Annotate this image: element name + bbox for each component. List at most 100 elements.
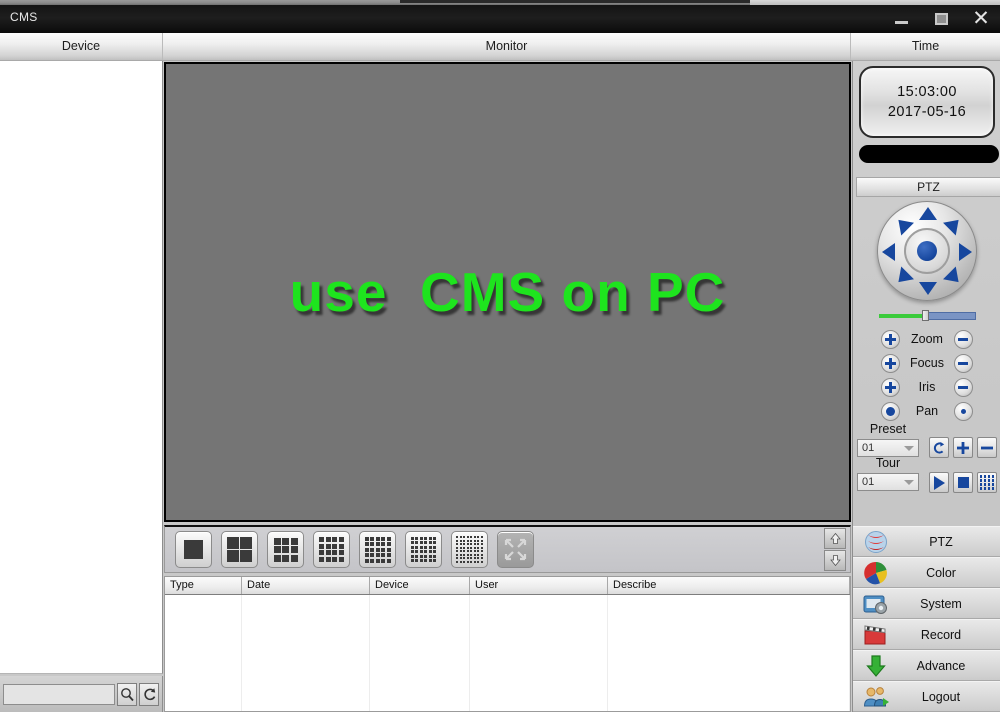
right-menu-item-color[interactable]: Color — [853, 557, 1000, 588]
device-tree-list[interactable] — [0, 61, 162, 673]
play-tour-button[interactable] — [929, 472, 949, 493]
up-arrow-icon — [829, 532, 841, 544]
ptz-center-button[interactable] — [916, 241, 937, 261]
ptz-left-button[interactable] — [881, 243, 895, 261]
layout-button-64[interactable] — [451, 531, 488, 568]
chevron-down-icon — [904, 445, 914, 451]
iris-open-button[interactable] — [881, 377, 900, 397]
right-menu-item-ptz[interactable]: PTZ — [853, 526, 1000, 557]
event-log-table[interactable]: Type Date Device User Describe — [164, 576, 851, 712]
tour-select[interactable]: 01 — [857, 473, 919, 491]
device-tree-panel[interactable] — [0, 61, 163, 674]
plus-icon — [957, 441, 969, 454]
add-preset-button[interactable] — [953, 437, 973, 458]
table-cell — [470, 690, 608, 709]
log-table-body[interactable] — [165, 595, 850, 711]
stop-tour-button[interactable] — [953, 472, 973, 493]
layout-1-icon — [184, 540, 203, 559]
menu-tab-time[interactable]: Time — [851, 33, 1000, 60]
scroll-down-button[interactable] — [824, 550, 846, 571]
layout-button-36[interactable] — [405, 531, 442, 568]
plus-icon-bar — [885, 361, 896, 365]
iris-close-button[interactable] — [953, 377, 973, 397]
preset-select[interactable]: 01 — [857, 439, 919, 457]
fullscreen-button[interactable] — [497, 531, 534, 568]
log-column-header-device[interactable]: Device — [370, 577, 470, 594]
tour-matrix-button[interactable] — [977, 472, 997, 493]
table-cell — [242, 595, 370, 614]
plus-icon-bar — [885, 337, 896, 341]
table-row[interactable] — [165, 671, 850, 690]
zoom-out-button[interactable] — [953, 329, 973, 349]
table-cell — [608, 614, 850, 633]
search-input[interactable] — [3, 683, 115, 705]
log-column-header-type[interactable]: Type — [165, 577, 242, 594]
table-cell — [370, 671, 470, 690]
layout-button-1[interactable] — [175, 531, 212, 568]
right-menu-item-system[interactable]: System — [853, 588, 1000, 619]
maximize-button[interactable] — [930, 8, 952, 30]
scroll-up-button[interactable] — [824, 528, 846, 549]
right-menu-label: Logout — [921, 689, 961, 704]
layout-25-icon — [364, 536, 391, 563]
ptz-right-button[interactable] — [958, 243, 972, 261]
menu-tab-monitor[interactable]: Monitor — [163, 33, 851, 60]
ptz-panel-title: PTZ — [856, 177, 1000, 197]
refresh-button[interactable] — [139, 682, 159, 706]
zoom-in-button[interactable] — [881, 329, 900, 349]
minimize-button[interactable] — [890, 8, 912, 30]
ptz-speed-slider[interactable] — [879, 310, 976, 321]
table-row[interactable] — [165, 652, 850, 671]
search-button[interactable] — [117, 682, 137, 706]
remove-preset-button[interactable] — [977, 437, 997, 458]
table-cell — [242, 671, 370, 690]
slider-handle[interactable] — [921, 310, 929, 321]
log-column-header-user[interactable]: User — [470, 577, 608, 594]
slider-fill — [879, 314, 925, 318]
log-column-header-describe[interactable]: Describe — [608, 577, 850, 594]
video-canvas[interactable]: use CMS on PC — [166, 64, 849, 520]
layout-4-icon — [226, 536, 253, 563]
focus-far-button[interactable] — [953, 353, 973, 373]
layout-button-4[interactable] — [221, 531, 258, 568]
table-cell — [370, 633, 470, 652]
ptz-up-button[interactable] — [918, 207, 937, 220]
stop-icon — [957, 477, 969, 488]
right-menu-item-advance[interactable]: Advance — [853, 650, 1000, 681]
menu-tab-device[interactable]: Device — [0, 33, 163, 60]
clock-time: 15:03:00 — [897, 84, 957, 100]
pan-start-button[interactable] — [881, 401, 900, 421]
video-display-area[interactable]: use CMS on PC — [164, 62, 851, 522]
focus-near-button[interactable] — [881, 353, 900, 373]
table-cell — [165, 633, 242, 652]
pan-stop-button[interactable] — [954, 401, 973, 421]
layout-button-25[interactable] — [359, 531, 396, 568]
layout-button-9[interactable] — [267, 531, 304, 568]
close-button[interactable]: ✕ — [970, 8, 992, 30]
table-cell — [608, 690, 850, 709]
plus-icon-bar — [885, 385, 896, 389]
table-row[interactable] — [165, 633, 850, 652]
table-row[interactable] — [165, 690, 850, 709]
goto-preset-icon — [933, 441, 945, 454]
table-row[interactable] — [165, 614, 850, 633]
ptz-down-button[interactable] — [918, 282, 937, 295]
menu-bar: Device Monitor Time — [0, 33, 1000, 61]
table-cell — [370, 614, 470, 633]
right-control-panel: 15:03:00 2017-05-16 PTZ Zoom Focus Iris … — [852, 61, 1000, 712]
right-menu-label: System — [920, 596, 962, 611]
right-menu-list: PTZ Color System Record Advance Logout — [853, 526, 1000, 712]
refresh-icon — [143, 687, 155, 700]
preset-actions — [929, 437, 997, 458]
right-menu-item-record[interactable]: Record — [853, 619, 1000, 650]
right-menu-item-logout[interactable]: Logout — [853, 681, 1000, 712]
layout-button-16[interactable] — [313, 531, 350, 568]
log-column-header-date[interactable]: Date — [242, 577, 370, 594]
goto-preset-button[interactable] — [929, 437, 949, 458]
table-cell — [165, 614, 242, 633]
ptz-iris-row: Iris — [853, 375, 1000, 399]
title-bar: CMS ✕ — [0, 5, 1000, 34]
minus-icon — [958, 361, 969, 365]
table-row[interactable] — [165, 595, 850, 614]
table-cell — [242, 690, 370, 709]
